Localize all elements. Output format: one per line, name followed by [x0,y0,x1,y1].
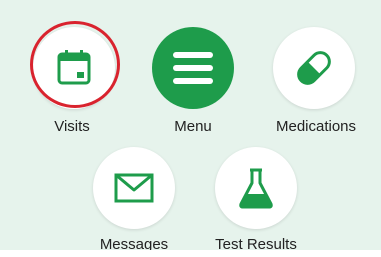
menu-label: Menu [174,118,212,135]
bottom-strip [0,250,381,257]
messages-button[interactable] [93,147,175,229]
visits-button[interactable] [33,27,115,109]
envelope-icon [114,173,154,203]
flask-icon [239,168,273,209]
calendar-icon [57,50,91,85]
medications-label: Medications [275,118,357,135]
pill-icon [297,51,331,85]
menu-button[interactable] [152,27,234,109]
visits-label: Visits [54,118,90,135]
hamburger-icon [173,52,213,84]
medications-button[interactable] [273,27,355,109]
home-menu-panel: Visits Menu Medications Messages Test Re… [0,0,381,253]
test-results-button[interactable] [215,147,297,229]
